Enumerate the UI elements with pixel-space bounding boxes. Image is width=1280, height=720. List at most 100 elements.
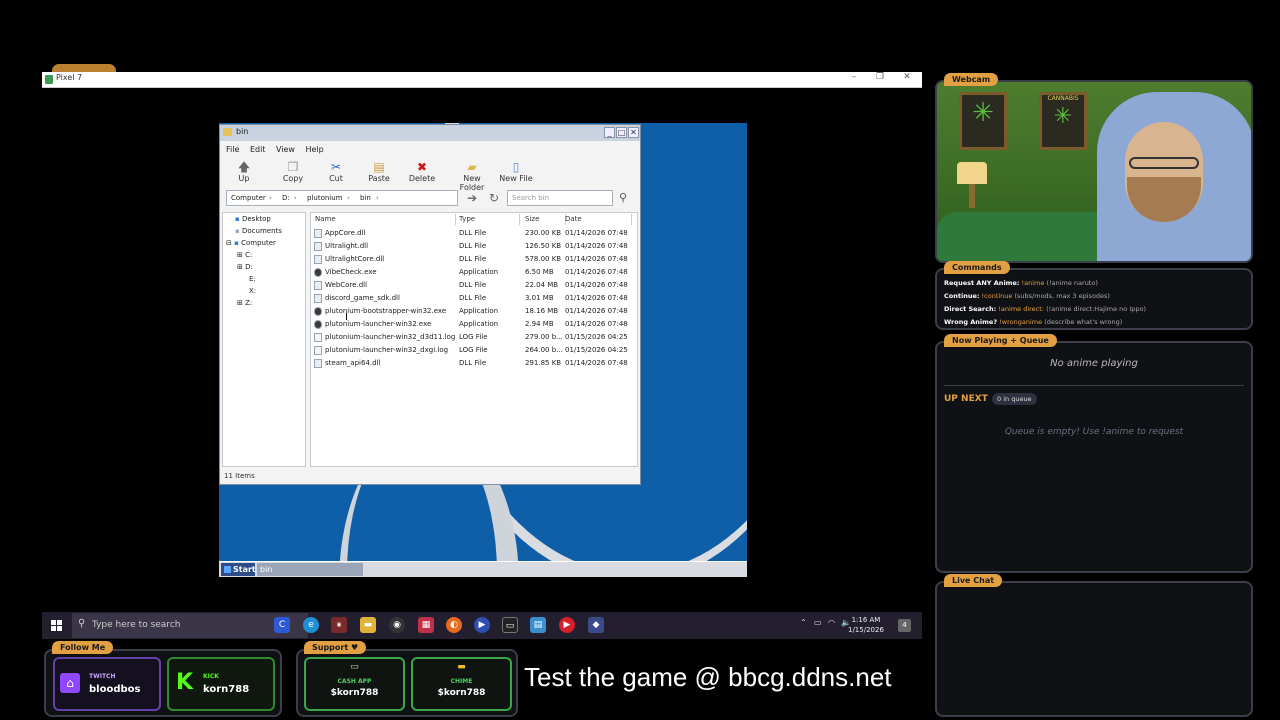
command-label: Continue: (944, 292, 980, 300)
search-input[interactable]: Search bin (507, 190, 613, 206)
column-header-name[interactable]: Name (311, 214, 456, 225)
tree-label: Documents (241, 227, 282, 235)
tree-item-d[interactable]: ⊞ D: (237, 263, 253, 271)
firefox-icon[interactable]: ◐ (446, 617, 462, 633)
breadcrumb-bin[interactable]: bin (360, 191, 371, 205)
app-icon (45, 75, 53, 84)
menu-help[interactable]: Help (306, 145, 324, 154)
close-button[interactable]: ✕ (628, 127, 639, 138)
taskbar-clock[interactable]: 1:16 AM 1/15/2026 (848, 615, 884, 635)
desktop-icon: ▪ (235, 215, 240, 223)
new-folder-label: New Folder (459, 174, 485, 192)
table-row[interactable]: steam_api64.dll DLL File 291.85 KB 01/14/20… (311, 357, 637, 370)
taskbar-item-bin[interactable]: bin (257, 563, 363, 576)
table-row[interactable]: UltralightCore.dll DLL File 578.00 KB 01/14… (311, 253, 637, 266)
tree-item-z[interactable]: ⊞ Z: (237, 299, 252, 307)
tree-item-desktop[interactable]: ▪ Desktop (235, 215, 271, 223)
start-button[interactable]: Start (221, 563, 256, 576)
kick-card[interactable]: K KICK korn788 (167, 657, 275, 711)
tree-item-c[interactable]: ⊞ C: (237, 251, 252, 259)
now-playing-panel: No anime playing UP NEXT 0 in queue Queu… (935, 341, 1253, 573)
address-bar[interactable]: Computer › D: › plutonium › bin › (226, 190, 458, 206)
table-row[interactable]: WebCore.dll DLL File 22.04 MB 01/14/2026 07… (311, 279, 637, 292)
search-icon[interactable]: ⚲ (616, 191, 630, 205)
menu-file[interactable]: File (226, 145, 239, 154)
edge-icon[interactable]: e (303, 617, 319, 633)
tree-label: X: (249, 287, 257, 295)
table-row[interactable]: plutonium-launcher-win32_dxgi.log LOG Fil… (311, 344, 637, 357)
delete-button[interactable]: ✖ Delete (402, 160, 442, 183)
notification-badge[interactable]: 4 (898, 619, 911, 632)
table-row[interactable]: plutonium-launcher-win32_d3d11.log LOG Fi… (311, 331, 637, 344)
file-icon (314, 281, 322, 290)
column-header-date[interactable]: Date (561, 214, 632, 225)
file-name: plutonium-launcher-win32_d3d11.log (325, 333, 456, 341)
tree-item-documents[interactable]: ▪ Documents (235, 227, 282, 235)
file-name: UltralightCore.dll (325, 255, 385, 263)
battery-icon[interactable]: ▭ (814, 618, 822, 627)
column-header-size[interactable]: Size (521, 214, 566, 225)
app-icon[interactable]: ▤ (530, 617, 546, 633)
windows-logo-icon[interactable] (51, 620, 62, 631)
chime-card[interactable]: ▬ CHIME $korn788 (411, 657, 512, 711)
close-button[interactable]: ✕ (897, 72, 917, 82)
app-icon[interactable]: C (274, 617, 290, 633)
twitch-card[interactable]: ⌂ TWITCH bloodbos (53, 657, 161, 711)
menu-bar: File Edit View Help (226, 145, 332, 154)
cashapp-card[interactable]: ▭ CASH APP $korn788 (304, 657, 405, 711)
tree-item-x[interactable]: X: (249, 287, 256, 295)
youtube-icon[interactable]: ▶ (559, 617, 575, 633)
tree-item-e[interactable]: E: (249, 275, 256, 283)
file-date: 01/15/2026 04:25 (565, 333, 628, 341)
menu-view[interactable]: View (276, 145, 295, 154)
table-row[interactable]: Ultralight.dll DLL File 126.50 KB 01/14/202… (311, 240, 637, 253)
explorer-titlebar[interactable]: bin _ □ ✕ (220, 125, 640, 141)
file-icon (314, 307, 322, 316)
paste-button[interactable]: ▤ Paste (359, 160, 399, 183)
new-folder-button[interactable]: ▰ New Folder (451, 160, 493, 192)
go-arrow-icon[interactable]: ➔ (465, 191, 479, 205)
file-explorer-icon[interactable]: ▬ (360, 617, 376, 633)
app-icon[interactable]: ▣ (331, 617, 347, 633)
tree-item-computer[interactable]: ⊟ ▪ Computer (226, 239, 276, 247)
restore-button[interactable]: ❐ (870, 72, 890, 82)
obs-icon[interactable]: ◉ (389, 617, 405, 633)
card-icon: ▬ (457, 662, 466, 672)
file-size: 126.50 KB (525, 242, 562, 250)
cut-button[interactable]: ✂ Cut (316, 160, 356, 183)
folder-tree: ▪ Desktop ▪ Documents ⊟ ▪ Computer ⊞ C: … (222, 212, 306, 467)
new-file-icon: ▯ (512, 160, 520, 174)
copy-button[interactable]: ❐ Copy (273, 160, 313, 183)
menu-edit[interactable]: Edit (250, 145, 266, 154)
app-icon[interactable]: ▦ (418, 617, 434, 633)
table-row[interactable]: VibeCheck.exe Application 6.50 MB 01/14/202… (311, 266, 637, 279)
table-row[interactable]: AppCore.dll DLL File 230.00 KB 01/14/2026 0… (311, 227, 637, 240)
file-name: plutonium-bootstrapper-win32.exe (325, 307, 447, 315)
minimize-button[interactable]: _ (604, 127, 615, 138)
up-button[interactable]: 🡅 Up (224, 160, 264, 183)
breadcrumb-computer[interactable]: Computer (231, 191, 266, 205)
maximize-button[interactable]: □ (616, 127, 627, 138)
app-icon[interactable]: ◆ (588, 617, 604, 633)
breadcrumb-plutonium[interactable]: plutonium (307, 191, 343, 205)
command-label: Request ANY Anime: (944, 279, 1020, 287)
column-header-type[interactable]: Type (455, 214, 520, 225)
file-type: DLL File (459, 359, 487, 367)
table-row[interactable]: discord_game_sdk.dll DLL File 3.01 MB 01/14… (311, 292, 637, 305)
wifi-icon[interactable]: ◠ (828, 618, 835, 627)
poster-text: CANNABIS (1047, 95, 1079, 102)
chevron-up-icon[interactable]: ⌃ (800, 618, 807, 627)
new-file-button[interactable]: ▯ New File (496, 160, 536, 183)
minimize-button[interactable]: – (844, 72, 864, 82)
app-icon[interactable]: ▶ (474, 617, 490, 633)
breadcrumb-d[interactable]: D: (282, 191, 290, 205)
table-row[interactable]: plutonium-launcher-win32.exe Application 2… (311, 318, 637, 331)
taskbar-search-input[interactable]: Type here to search (72, 613, 308, 638)
file-icon (314, 320, 322, 329)
twitch-icon: ⌂ (60, 673, 80, 693)
terminal-icon[interactable]: ▭ (502, 617, 518, 633)
refresh-icon[interactable]: ↻ (487, 191, 501, 205)
explorer-title: bin (236, 127, 249, 136)
commands-panel: Request ANY Anime: !anime (!anime naruto… (935, 268, 1253, 330)
table-row[interactable]: plutonium-bootstrapper-win32.exe Applicat… (311, 305, 637, 318)
